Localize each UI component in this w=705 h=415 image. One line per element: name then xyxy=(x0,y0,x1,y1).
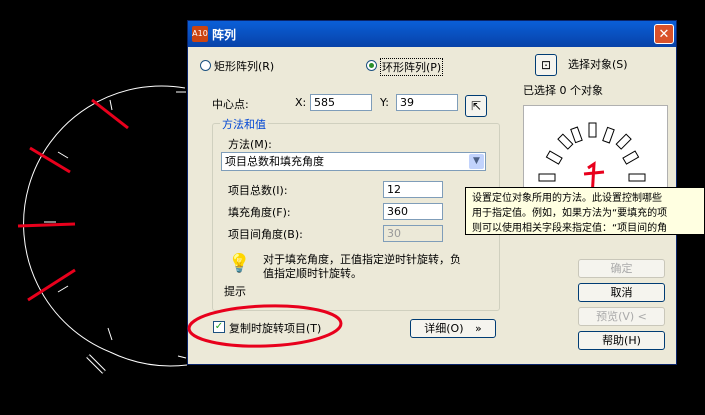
red-mark xyxy=(17,222,76,228)
ok-button: 确定 xyxy=(578,259,665,278)
red-mark xyxy=(91,98,129,130)
rect-array-label[interactable]: 矩形阵列(R) xyxy=(214,58,274,74)
rotate-items-label[interactable]: 复制时旋转项目(T) xyxy=(229,320,321,336)
tick-mark xyxy=(109,99,113,111)
tick-mark xyxy=(57,285,69,293)
arc-geometry xyxy=(23,85,186,353)
method-label: 方法(M): xyxy=(228,138,272,151)
chevron-double-down-icon: » xyxy=(475,322,482,335)
selected-count-text: 已选择 0 个对象 xyxy=(523,84,603,97)
fill-angle-label: 填充角度(F): xyxy=(228,206,291,219)
details-button[interactable]: 详细(O) » xyxy=(410,319,496,338)
center-x-input[interactable]: 585 xyxy=(310,94,372,111)
select-objects-button[interactable]: ⊡ xyxy=(535,54,557,76)
select-objects-icon: ⊡ xyxy=(540,58,552,72)
angle-between-input: 30 xyxy=(383,225,443,242)
dialog-titlebar[interactable]: A10 阵列 ✕ xyxy=(188,21,676,47)
tick-mark xyxy=(57,151,69,159)
select-objects-label: 选择对象(S) xyxy=(568,58,628,71)
preview-button: 预览(V) < xyxy=(578,307,665,326)
tip-label: 提示 xyxy=(224,285,246,298)
dialog-title: 阵列 xyxy=(212,28,237,42)
method-select[interactable]: 项目总数和填充角度 ▼ xyxy=(221,152,486,171)
cancel-button[interactable]: 取消 xyxy=(578,283,665,302)
tick-mark xyxy=(177,355,187,359)
chevron-down-icon[interactable]: ▼ xyxy=(469,154,484,169)
pick-point-icon: ⇱ xyxy=(470,99,482,113)
method-tooltip: 设置定位对象所用的方法。此设置控制哪些 用于指定值。例如，如果方法为“要填充的项… xyxy=(465,187,705,235)
autocad-app-icon: A10 xyxy=(192,26,208,42)
y-label: Y: xyxy=(380,96,389,109)
pencil-cursor-icon xyxy=(86,354,106,374)
polar-array-label[interactable]: 环形阵列(P) xyxy=(380,58,444,76)
center-y-input[interactable]: 39 xyxy=(396,94,458,111)
lightbulb-icon: 💡 xyxy=(228,253,251,274)
total-items-input[interactable]: 12 xyxy=(383,181,443,198)
red-mark xyxy=(27,268,76,302)
rect-array-radio[interactable] xyxy=(200,60,211,71)
center-point-label: 中心点: xyxy=(212,98,249,111)
angle-between-label: 项目间角度(B): xyxy=(228,228,303,241)
fill-angle-input[interactable]: 360 xyxy=(383,203,443,220)
tick-mark xyxy=(107,327,113,341)
arc-bottom xyxy=(109,351,188,367)
rotate-items-checkbox[interactable]: ✓ xyxy=(213,321,225,333)
tip-text: 对于填充角度，正值指定逆时针旋转，负 值指定顺时针旋转。 xyxy=(263,253,461,280)
method-group-title: 方法和值 xyxy=(220,116,268,132)
x-label: X: xyxy=(295,96,307,109)
polar-array-radio[interactable] xyxy=(366,60,377,71)
help-button[interactable]: 帮助(H) xyxy=(578,331,665,350)
red-mark xyxy=(29,146,71,174)
pick-center-button[interactable]: ⇱ xyxy=(465,95,487,117)
close-button[interactable]: ✕ xyxy=(654,24,674,44)
total-items-label: 项目总数(I): xyxy=(228,184,288,197)
